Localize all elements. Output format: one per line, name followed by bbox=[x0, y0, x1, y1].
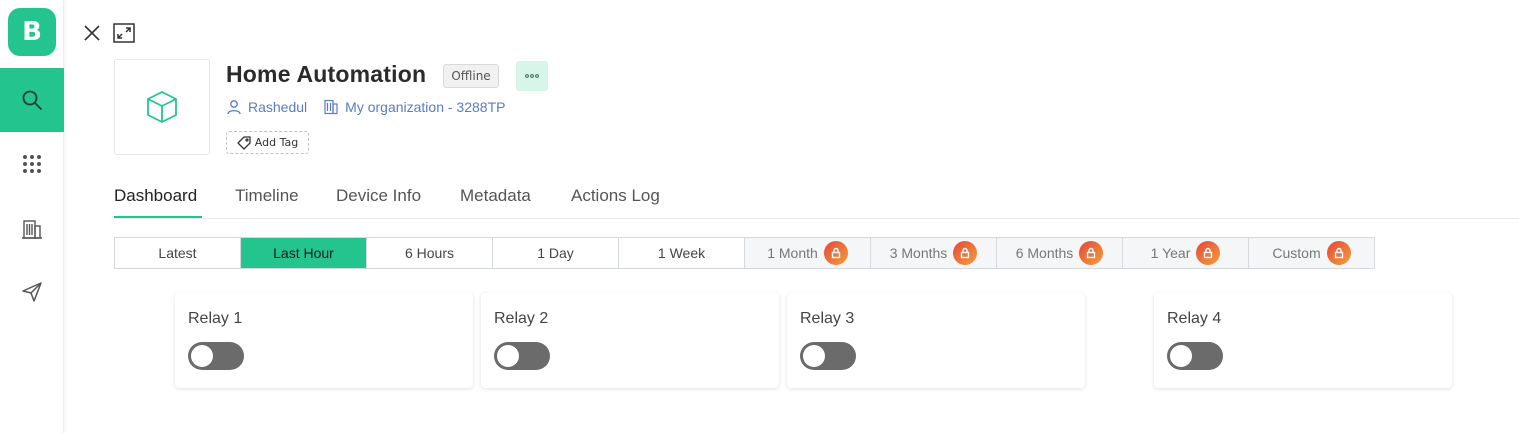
range-label: 6 Hours bbox=[404, 245, 455, 261]
sidebar-item-search[interactable] bbox=[0, 68, 64, 132]
range-6-hours[interactable]: 6 Hours bbox=[367, 238, 493, 268]
fullscreen-button[interactable] bbox=[113, 22, 135, 44]
relay-3-switch[interactable] bbox=[800, 342, 856, 370]
switch-knob bbox=[1170, 345, 1192, 367]
range-label: Last Hour bbox=[273, 245, 334, 261]
relay-1-switch[interactable] bbox=[188, 342, 244, 370]
range-label: 1 Month bbox=[767, 245, 818, 261]
range-label: 1 Year bbox=[1150, 245, 1191, 261]
relay-widget-2: Relay 2 bbox=[481, 293, 779, 388]
tag-icon bbox=[237, 135, 251, 150]
range-custom[interactable]: Custom bbox=[1249, 238, 1374, 268]
tab-dashboard[interactable]: Dashboard bbox=[114, 186, 197, 206]
sidebar-item-devices[interactable] bbox=[0, 132, 64, 196]
range-6-months[interactable]: 6 Months bbox=[997, 238, 1123, 268]
range-label: 1 Week bbox=[657, 245, 706, 261]
close-icon bbox=[84, 25, 100, 41]
tab-timeline[interactable]: Timeline bbox=[235, 186, 299, 206]
relay-widget-3: Relay 3 bbox=[787, 293, 1085, 388]
range-last-hour[interactable]: Last Hour bbox=[241, 238, 367, 268]
organization-link[interactable]: My organization - 3288TP bbox=[323, 99, 505, 115]
sidebar-item-messages[interactable] bbox=[0, 260, 64, 324]
status-badge: Offline bbox=[443, 64, 499, 88]
range-1-day[interactable]: 1 Day bbox=[493, 238, 619, 268]
device-thumbnail bbox=[114, 59, 210, 155]
range-label: Latest bbox=[158, 245, 197, 261]
relay-2-switch[interactable] bbox=[494, 342, 550, 370]
more-dots-icon bbox=[525, 74, 539, 78]
owner-link[interactable]: Rashedul bbox=[226, 99, 307, 115]
owner-name: Rashedul bbox=[248, 99, 308, 115]
relay-widget-1: Relay 1 bbox=[175, 293, 473, 388]
expand-icon bbox=[113, 23, 135, 43]
lock-icon bbox=[1326, 241, 1351, 265]
range-1-month[interactable]: 1 Month bbox=[745, 238, 871, 268]
switch-knob bbox=[191, 345, 213, 367]
sidebar-item-organization[interactable] bbox=[0, 197, 64, 261]
lock-icon bbox=[823, 241, 848, 265]
grid-icon bbox=[23, 155, 41, 173]
widget-title: Relay 2 bbox=[494, 310, 549, 327]
range-1-year[interactable]: 1 Year bbox=[1123, 238, 1249, 268]
add-tag-button[interactable]: Add Tag bbox=[226, 131, 309, 154]
range-1-week[interactable]: 1 Week bbox=[619, 238, 745, 268]
range-latest[interactable]: Latest bbox=[115, 238, 241, 268]
organization-name: My organization - 3288TP bbox=[345, 99, 506, 115]
close-button[interactable] bbox=[81, 22, 103, 44]
range-label: Custom bbox=[1272, 245, 1321, 261]
building-icon bbox=[324, 99, 338, 115]
relay-4-switch[interactable] bbox=[1167, 342, 1223, 370]
widget-title: Relay 1 bbox=[188, 310, 243, 327]
active-tab-indicator bbox=[114, 216, 202, 218]
widget-title: Relay 4 bbox=[1167, 310, 1222, 327]
more-options-button[interactable] bbox=[516, 61, 548, 91]
relay-widget-4: Relay 4 bbox=[1154, 293, 1452, 388]
lock-icon bbox=[1196, 241, 1221, 265]
organization-icon bbox=[22, 220, 42, 239]
lock-icon bbox=[1079, 241, 1104, 265]
widget-title: Relay 3 bbox=[800, 310, 855, 327]
tab-device-info[interactable]: Device Info bbox=[336, 186, 421, 206]
range-label: 6 Months bbox=[1015, 245, 1074, 261]
tab-actions-log[interactable]: Actions Log bbox=[571, 186, 660, 206]
device-meta: Rashedul My organization - 3288TP bbox=[226, 99, 505, 115]
device-title: Home Automation bbox=[226, 61, 427, 87]
tab-metadata[interactable]: Metadata bbox=[460, 186, 531, 206]
cube-icon bbox=[147, 91, 177, 123]
lock-icon bbox=[953, 241, 978, 265]
time-range-selector: Latest Last Hour 6 Hours 1 Day 1 Week 1 … bbox=[114, 237, 1375, 269]
range-label: 1 Day bbox=[537, 245, 574, 261]
sidebar: B bbox=[0, 0, 64, 433]
app-logo[interactable]: B bbox=[8, 8, 56, 56]
add-tag-label: Add Tag bbox=[254, 136, 299, 149]
range-3-months[interactable]: 3 Months bbox=[871, 238, 997, 268]
range-label: 3 Months bbox=[889, 245, 948, 261]
switch-knob bbox=[497, 345, 519, 367]
search-icon bbox=[22, 90, 42, 110]
switch-knob bbox=[803, 345, 825, 367]
device-tabs: Dashboard Timeline Device Info Metadata … bbox=[114, 183, 1519, 219]
send-icon bbox=[22, 282, 42, 302]
user-icon bbox=[227, 100, 241, 115]
